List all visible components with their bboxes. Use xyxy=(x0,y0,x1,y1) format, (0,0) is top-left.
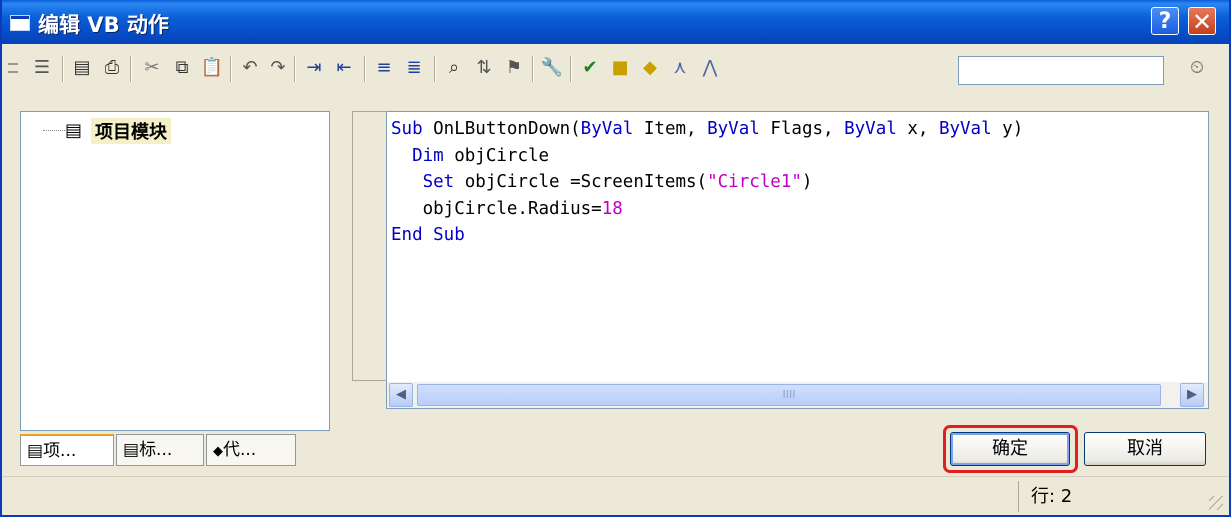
toolbar-separator xyxy=(570,56,572,82)
ok-button[interactable]: 确定 xyxy=(950,432,1070,466)
code-editor[interactable]: Sub OnLButtonDown(ByVal Item, ByVal Flag… xyxy=(386,111,1209,409)
project-icon[interactable]: ⋀ xyxy=(698,56,722,80)
toolbar-separator xyxy=(532,56,534,82)
toolbar-separator xyxy=(130,56,132,82)
tab-code-label: 代... xyxy=(223,440,257,460)
status-line-number: 行: 2 xyxy=(1018,481,1208,512)
scroll-thumb[interactable]: IIII xyxy=(417,384,1161,406)
copy-icon[interactable]: ⧉ xyxy=(170,56,194,80)
goto-icon[interactable]: ⇅ xyxy=(472,56,496,80)
close-button[interactable]: ✕ xyxy=(1188,7,1216,36)
code-text[interactable]: Sub OnLButtonDown(ByVal Item, ByVal Flag… xyxy=(391,116,1023,249)
format-icon[interactable]: ▤ xyxy=(70,56,94,80)
project-tree[interactable]: ▤ 项目模块 xyxy=(20,111,330,431)
tab-code[interactable]: ◆代... xyxy=(206,434,296,466)
bookmark-icon[interactable]: ⚑ xyxy=(502,56,526,80)
module-icon[interactable]: ■ xyxy=(608,56,632,80)
editor-gutter xyxy=(352,111,386,381)
align-left-icon[interactable]: ☰ xyxy=(30,56,54,80)
undo-icon[interactable]: ↶ xyxy=(238,56,262,80)
function-icon[interactable]: ⋏ xyxy=(668,56,692,80)
redo-icon[interactable]: ↷ xyxy=(266,56,290,80)
uncomment-icon[interactable]: ≣ xyxy=(402,56,426,80)
find-replace-icon[interactable]: ⌕ xyxy=(442,56,466,80)
toolbar-separator xyxy=(434,56,436,82)
print-icon[interactable]: ⎙ xyxy=(100,56,124,80)
tab-tags[interactable]: ▤标... xyxy=(116,434,204,466)
tree-connector xyxy=(43,130,65,131)
tab-code-icon: ◆ xyxy=(213,444,223,459)
paste-icon[interactable]: 📋 xyxy=(200,56,224,80)
toolbar-separator xyxy=(62,56,64,82)
vb-action-editor-window: 编辑 VB 动作 ? ✕ ☰ ▤ ⎙ ✂ ⧉ 📋 ↶ ↷ ⇥ ⇤ ≡ ≣ ⌕ ⇅… xyxy=(0,0,1231,517)
tree-item-project-modules[interactable]: 项目模块 xyxy=(91,118,171,144)
module-add-icon[interactable]: ◆ xyxy=(638,56,662,80)
properties-icon[interactable]: 🔧 xyxy=(540,56,564,80)
scroll-left-button[interactable]: ◀ xyxy=(389,383,413,407)
window-icon xyxy=(10,15,30,31)
help-button[interactable]: ? xyxy=(1151,7,1179,35)
tab-tags-icon: ▤ xyxy=(123,440,140,460)
toolbar-search-input[interactable] xyxy=(958,56,1164,85)
clock-icon[interactable]: ⏲ xyxy=(1185,56,1209,80)
resize-grip-icon[interactable] xyxy=(1209,496,1223,510)
cut-icon[interactable]: ✂ xyxy=(140,56,164,80)
tab-project[interactable]: ▤项... xyxy=(20,434,114,466)
tab-project-label: 项... xyxy=(43,441,77,461)
tab-project-icon: ▤ xyxy=(27,441,44,461)
toolbar: ☰ ▤ ⎙ ✂ ⧉ 📋 ↶ ↷ ⇥ ⇤ ≡ ≣ ⌕ ⇅ ⚑ 🔧 ✔ ■ ◆ ⋏ … xyxy=(2,44,1229,96)
title-bar[interactable]: 编辑 VB 动作 ? ✕ xyxy=(2,0,1229,44)
tab-tags-label: 标... xyxy=(139,440,173,460)
window-title: 编辑 VB 动作 xyxy=(38,13,169,37)
status-bar: 行: 2 xyxy=(2,476,1229,515)
scroll-right-button[interactable]: ▶ xyxy=(1180,383,1204,407)
check-syntax-icon[interactable]: ✔ xyxy=(578,56,602,80)
toolbar-separator xyxy=(364,56,366,82)
comment-icon[interactable]: ≡ xyxy=(372,56,396,80)
horizontal-scrollbar[interactable]: ◀ IIII ▶ xyxy=(387,382,1208,408)
indent-icon[interactable]: ⇥ xyxy=(302,56,326,80)
cancel-button[interactable]: 取消 xyxy=(1084,432,1206,466)
module-tree-icon: ▤ xyxy=(65,120,83,141)
toolbar-separator xyxy=(230,56,232,82)
toolbar-separator xyxy=(294,56,296,82)
outdent-icon[interactable]: ⇤ xyxy=(332,56,356,80)
toolbar-grip-icon[interactable] xyxy=(8,63,18,73)
